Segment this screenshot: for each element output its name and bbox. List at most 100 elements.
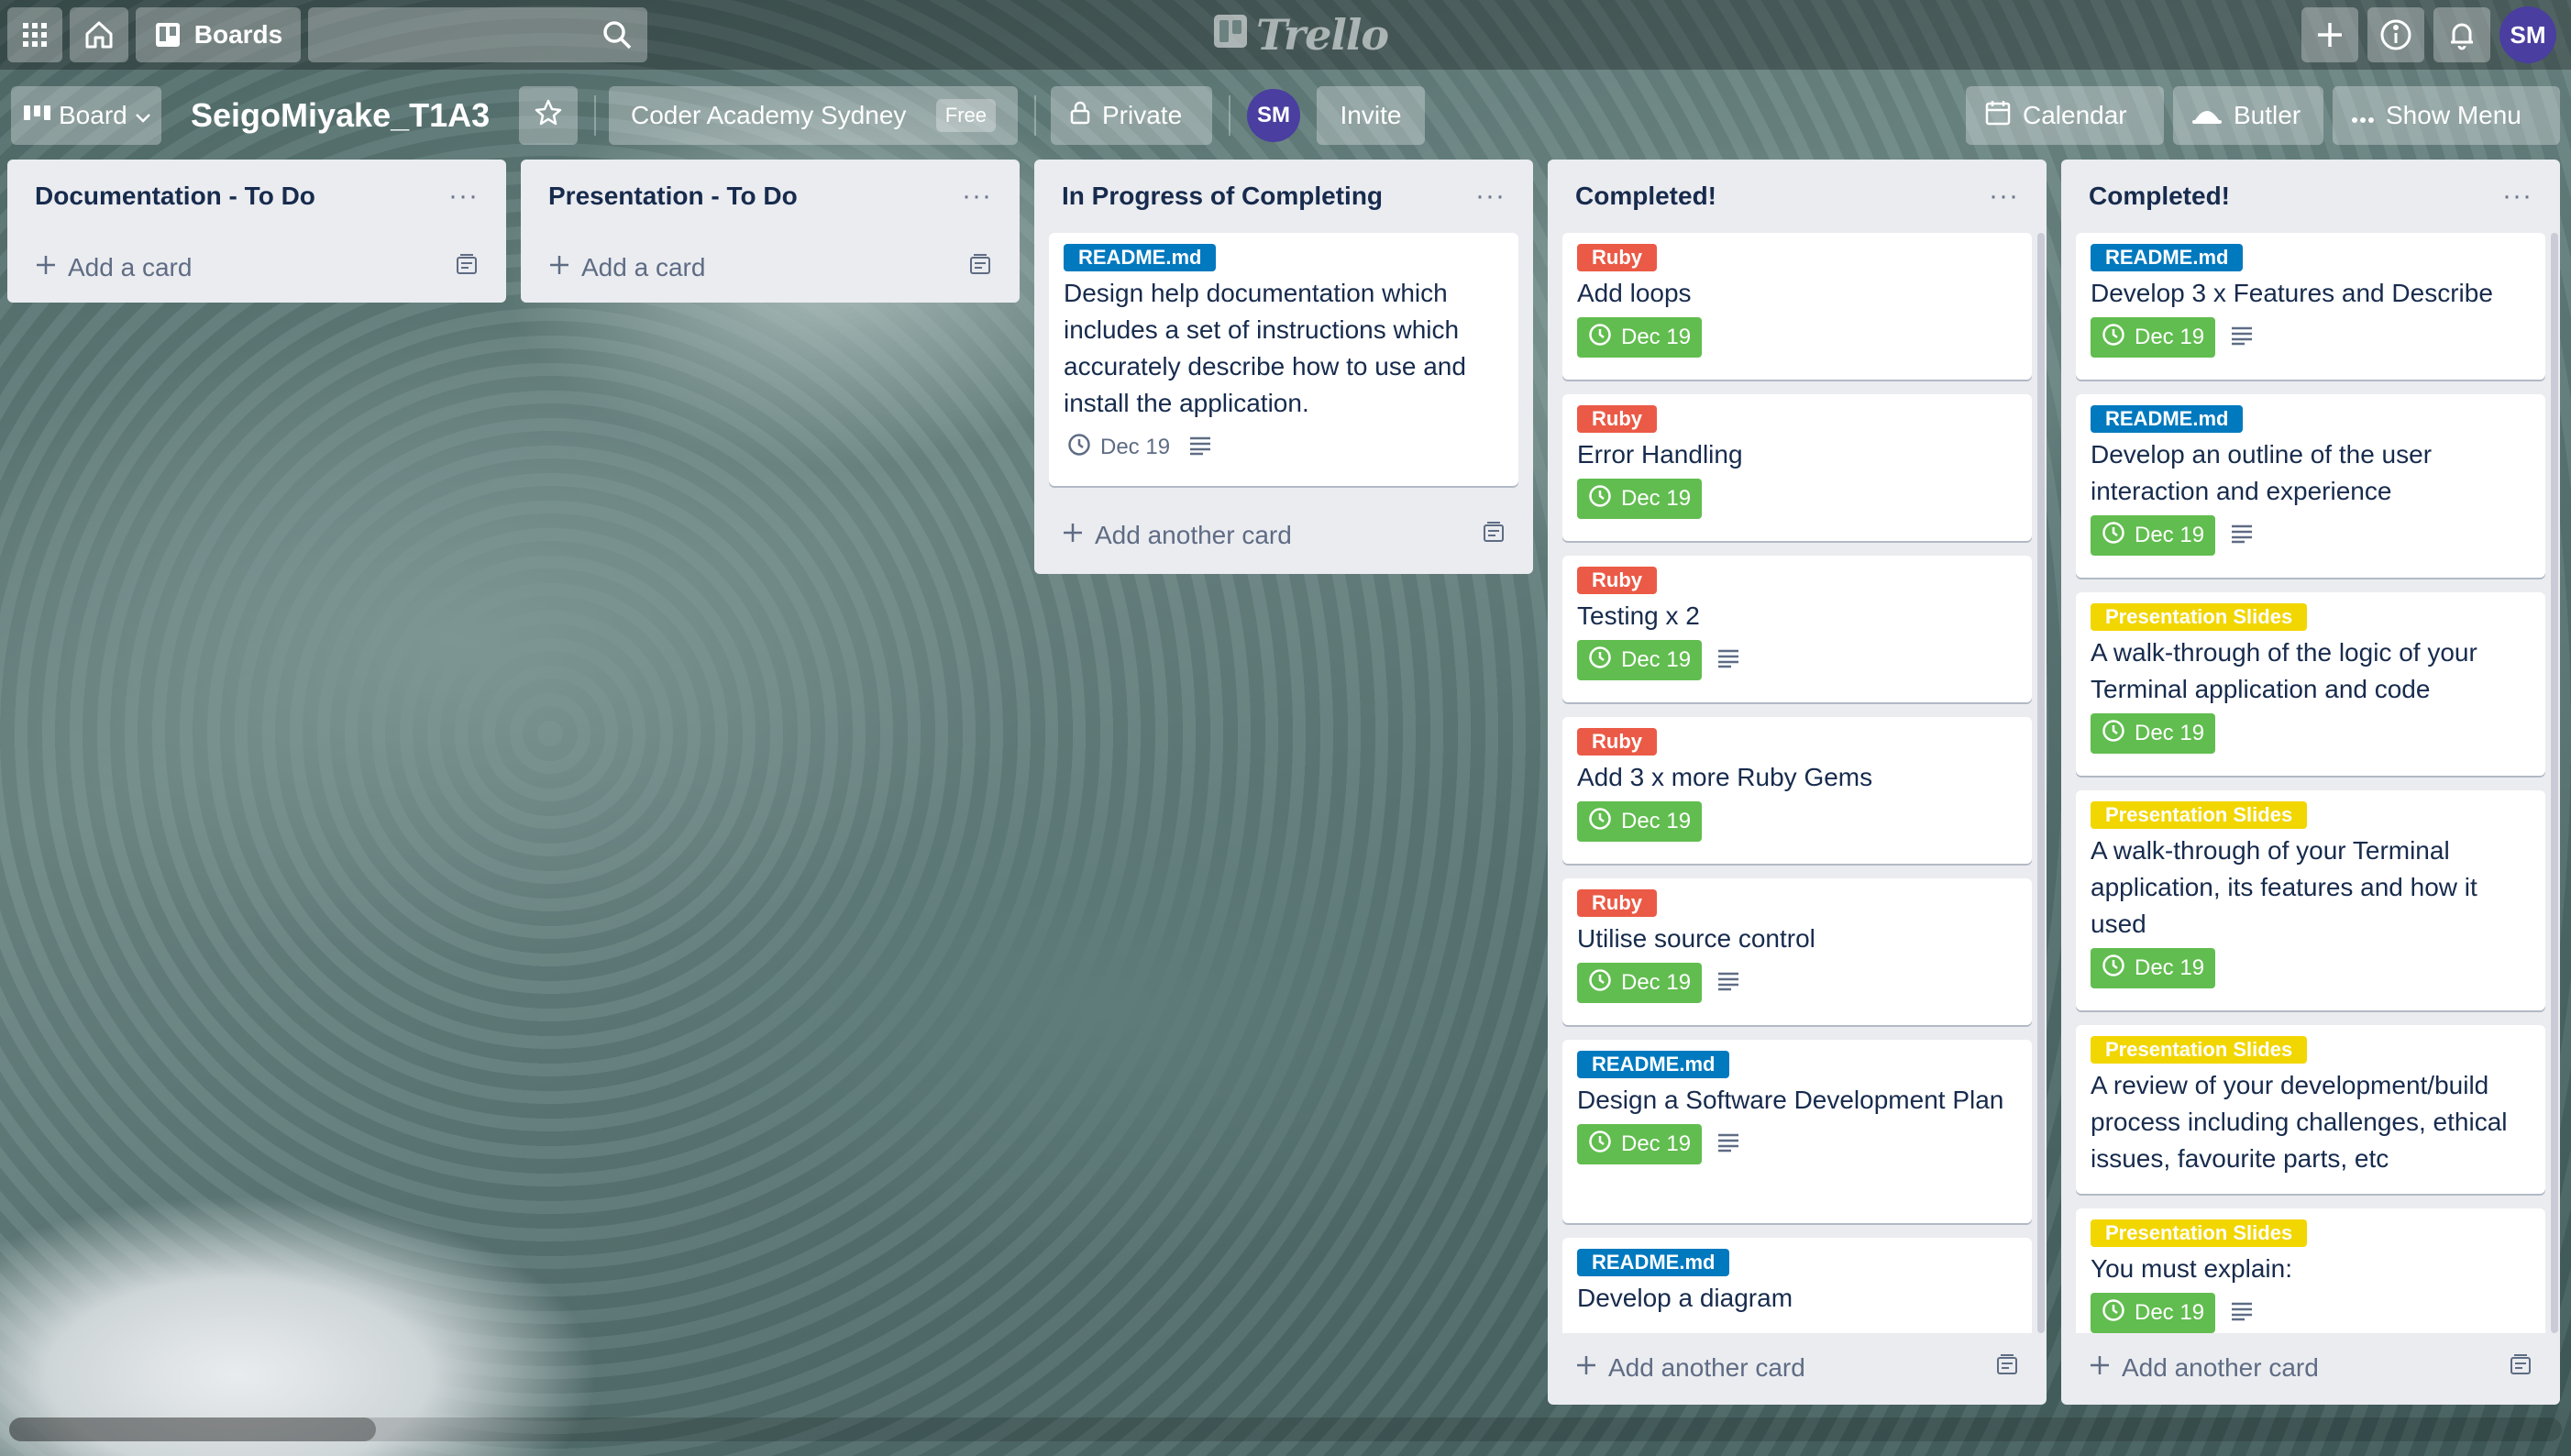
card[interactable]: Ruby Utilise source control Dec 19 xyxy=(1562,878,2032,1025)
card-label[interactable]: Ruby xyxy=(1577,405,1657,433)
calendar-button[interactable]: Calendar xyxy=(1966,86,2164,145)
list-title[interactable]: Completed! xyxy=(2089,182,2230,211)
show-menu-button[interactable]: Show Menu xyxy=(2333,86,2560,145)
invite-button[interactable]: Invite xyxy=(1317,86,1425,145)
star-icon xyxy=(534,98,563,134)
card-template-icon[interactable] xyxy=(1482,521,1506,550)
card[interactable]: Presentation Slides You must explain: De… xyxy=(2076,1208,2545,1333)
card[interactable]: README.md Develop an outline of the user… xyxy=(2076,394,2545,578)
card[interactable]: README.md Develop a diagram xyxy=(1562,1238,2032,1333)
list-title[interactable]: Presentation - To Do xyxy=(548,182,798,211)
separator xyxy=(1034,95,1036,136)
due-date-text: Dec 19 xyxy=(2135,325,2205,349)
card[interactable]: Ruby Error Handling Dec 19 xyxy=(1562,394,2032,541)
butler-button[interactable]: Butler xyxy=(2173,86,2323,145)
create-button[interactable] xyxy=(2301,7,2358,62)
card-title: Utilise source control xyxy=(1577,924,1815,953)
due-date-badge[interactable]: Dec 19 xyxy=(2091,713,2216,754)
card-label[interactable]: Ruby xyxy=(1577,567,1657,594)
card-label[interactable]: Ruby xyxy=(1577,728,1657,756)
due-date-text: Dec 19 xyxy=(2135,1300,2205,1325)
card[interactable]: README.md Develop 3 x Features and Descr… xyxy=(2076,233,2545,380)
team-button[interactable]: Coder Academy Sydney Free xyxy=(609,86,1018,145)
user-avatar[interactable]: SM xyxy=(2499,6,2556,63)
due-date-badge[interactable]: Dec 19 xyxy=(1577,640,1703,680)
due-date-badge[interactable]: Dec 19 xyxy=(1064,427,1174,468)
card[interactable]: Presentation Slides A walk-through of th… xyxy=(2076,592,2545,776)
due-date-badge[interactable]: Dec 19 xyxy=(2091,515,2216,556)
card-template-icon[interactable] xyxy=(968,253,992,282)
board-member-avatar[interactable]: SM xyxy=(1247,89,1300,142)
list-documentation-to-do: Documentation - To Do ··· Add a card xyxy=(7,160,506,303)
visibility-button[interactable]: Private xyxy=(1051,86,1212,145)
card-label[interactable]: Presentation Slides xyxy=(2091,801,2308,829)
card[interactable]: README.md Design a Software Development … xyxy=(1562,1040,2032,1223)
due-date-badge[interactable]: Dec 19 xyxy=(1577,801,1703,842)
list-header: Documentation - To Do ··· xyxy=(7,160,506,233)
card[interactable]: Presentation Slides A review of your dev… xyxy=(2076,1025,2545,1194)
apps-menu-button[interactable] xyxy=(7,7,62,62)
card[interactable]: Ruby Testing x 2 Dec 19 xyxy=(1562,556,2032,702)
card-label[interactable]: README.md xyxy=(2091,244,2244,271)
card-template-icon[interactable] xyxy=(2509,1353,2532,1383)
due-date-badge[interactable]: Dec 19 xyxy=(1577,963,1703,1003)
bell-icon xyxy=(2446,19,2477,50)
card-label[interactable]: Presentation Slides xyxy=(2091,603,2308,631)
description-icon xyxy=(2230,1301,2254,1326)
board-scrollbar-track[interactable] xyxy=(9,1417,2562,1441)
add-card-button[interactable]: Add a card xyxy=(7,233,506,303)
list-menu-icon[interactable]: ··· xyxy=(2502,181,2532,212)
due-date-text: Dec 19 xyxy=(1621,647,1692,672)
plan-badge: Free xyxy=(935,99,996,132)
list-menu-icon[interactable]: ··· xyxy=(448,181,479,212)
information-button[interactable] xyxy=(2367,7,2424,62)
board-view-switcher[interactable]: Board xyxy=(11,86,161,145)
list-title[interactable]: Completed! xyxy=(1575,182,1716,211)
list-title[interactable]: In Progress of Completing xyxy=(1062,182,1383,211)
card-template-icon[interactable] xyxy=(455,253,479,282)
list-scrollbar[interactable] xyxy=(2551,233,2558,1333)
card-label[interactable]: Ruby xyxy=(1577,889,1657,917)
card[interactable]: README.md Design help documentation whic… xyxy=(1049,233,1518,486)
notifications-button[interactable] xyxy=(2433,7,2490,62)
card[interactable]: Ruby Add loops Dec 19 xyxy=(1562,233,2032,380)
list-title[interactable]: Documentation - To Do xyxy=(35,182,315,211)
list-menu-icon[interactable]: ··· xyxy=(1475,181,1506,212)
list-header: Completed! ··· xyxy=(2061,160,2560,233)
search-icon[interactable] xyxy=(601,19,633,55)
card-label[interactable]: Presentation Slides xyxy=(2091,1036,2308,1064)
home-button[interactable] xyxy=(70,7,128,62)
due-date-badge[interactable]: Dec 19 xyxy=(2091,317,2216,358)
card-title: A review of your development/build proce… xyxy=(2091,1071,2508,1173)
card-label[interactable]: README.md xyxy=(1064,244,1217,271)
card[interactable]: Presentation Slides A walk-through of yo… xyxy=(2076,790,2545,1010)
add-card-button[interactable]: Add a card xyxy=(521,233,1020,303)
card-template-icon[interactable] xyxy=(1995,1353,2019,1383)
due-date-badge[interactable]: Dec 19 xyxy=(1577,1124,1703,1164)
due-date-text: Dec 19 xyxy=(2135,523,2205,547)
plus-icon xyxy=(548,253,570,282)
list-header: Presentation - To Do ··· xyxy=(521,160,1020,233)
trello-logo[interactable]: Trello xyxy=(1212,10,1389,60)
due-date-badge[interactable]: Dec 19 xyxy=(2091,948,2216,988)
due-date-badge[interactable]: Dec 19 xyxy=(1577,479,1703,519)
search-input[interactable] xyxy=(308,7,647,62)
board-scrollbar-thumb[interactable] xyxy=(9,1417,376,1441)
list-menu-icon[interactable]: ··· xyxy=(962,181,992,212)
card[interactable]: Ruby Add 3 x more Ruby Gems Dec 19 xyxy=(1562,717,2032,864)
card-label[interactable]: Ruby xyxy=(1577,244,1657,271)
board-title[interactable]: SeigoMiyake_T1A3 xyxy=(191,90,490,141)
card-label[interactable]: Presentation Slides xyxy=(2091,1219,2308,1247)
add-card-button[interactable]: Add another card xyxy=(1548,1333,2047,1403)
boards-button[interactable]: Boards xyxy=(136,7,301,62)
due-date-badge[interactable]: Dec 19 xyxy=(2091,1293,2216,1333)
card-label[interactable]: README.md xyxy=(2091,405,2244,433)
star-board-button[interactable] xyxy=(519,86,578,145)
due-date-badge[interactable]: Dec 19 xyxy=(1577,317,1703,358)
list-scrollbar[interactable] xyxy=(2037,233,2045,1333)
add-card-button[interactable]: Add another card xyxy=(1034,501,1533,570)
list-menu-icon[interactable]: ··· xyxy=(1989,181,2019,212)
add-card-button[interactable]: Add another card xyxy=(2061,1333,2560,1403)
card-label[interactable]: README.md xyxy=(1577,1249,1730,1276)
card-label[interactable]: README.md xyxy=(1577,1051,1730,1078)
